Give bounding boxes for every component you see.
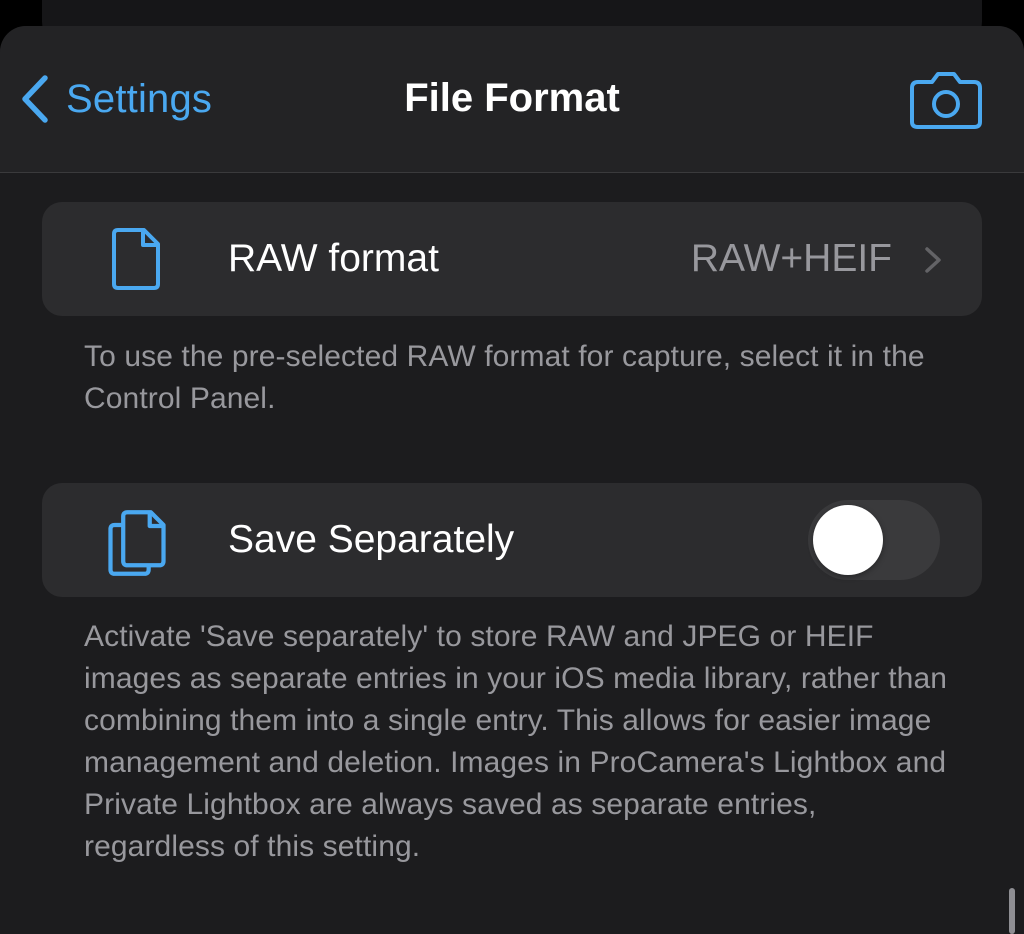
camera-button[interactable] [908, 70, 984, 130]
save-separately-label: Save Separately [228, 518, 515, 561]
save-separately-row: Save Separately [42, 483, 982, 597]
settings-sheet: Settings File Format RAW format RAW+HEIF… [0, 26, 1024, 934]
page-title: File Format [404, 76, 620, 120]
raw-format-value: RAW+HEIF [690, 237, 892, 280]
chevron-right-icon [925, 247, 941, 273]
save-separately-toggle[interactable] [808, 500, 940, 580]
toggle-knob[interactable] [813, 505, 883, 575]
save-separately-footnote: Activate 'Save separately' to store RAW … [84, 620, 948, 863]
scroll-indicator[interactable] [1009, 888, 1015, 934]
navigation-bar: Settings File Format [0, 26, 1024, 173]
raw-format-footnote: To use the pre-selected RAW format for c… [84, 340, 925, 415]
document-icon [112, 228, 160, 290]
raw-format-row[interactable]: RAW format RAW+HEIF [42, 202, 982, 316]
documents-icon [108, 510, 166, 576]
raw-format-label: RAW format [228, 237, 439, 280]
camera-icon [910, 72, 982, 129]
